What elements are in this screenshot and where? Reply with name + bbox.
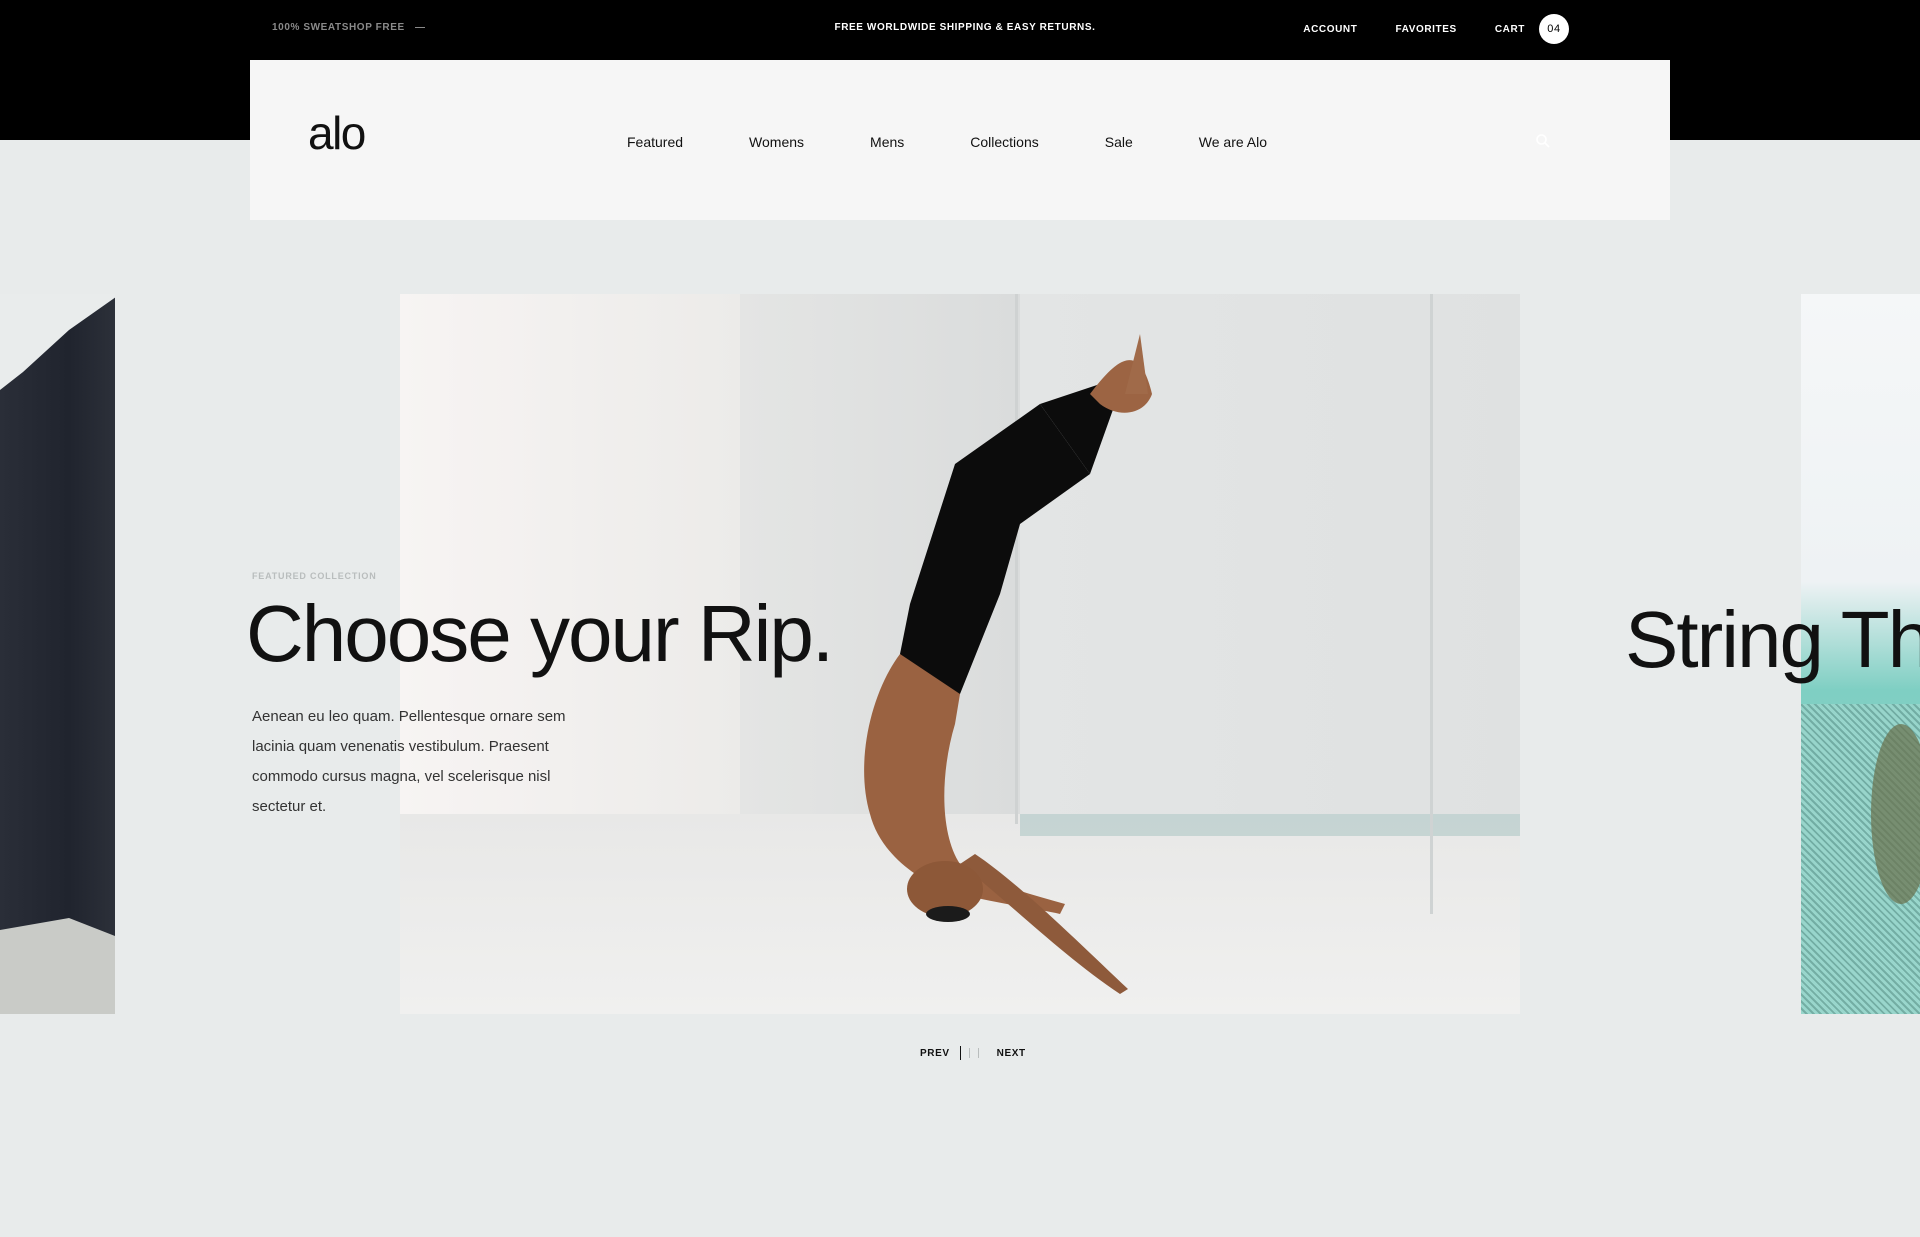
pager-indicator — [968, 1048, 970, 1058]
account-link[interactable]: ACCOUNT — [1303, 24, 1357, 35]
nav-item-womens[interactable]: Womens — [749, 134, 804, 150]
next-button[interactable]: NEXT — [997, 1048, 1026, 1059]
nav-item-sale[interactable]: Sale — [1105, 134, 1133, 150]
nav-item-we-are-alo[interactable]: We are Alo — [1199, 134, 1267, 150]
cart-count-badge: 04 — [1539, 14, 1569, 44]
shipping-notice: FREE WORLDWIDE SHIPPING & EASY RETURNS. — [834, 22, 1096, 33]
previous-slide-image[interactable] — [0, 294, 115, 1014]
pager-indicator — [977, 1048, 979, 1058]
next-slide-title[interactable]: String Th — [1625, 600, 1920, 680]
hero-title[interactable]: Choose your Rip. — [246, 594, 834, 674]
cart-label: CART — [1494, 23, 1525, 35]
main-nav: Featured Womens Mens Collections Sale We… — [627, 134, 1333, 150]
featured-collection-label: FEATURED COLLECTION — [252, 571, 377, 581]
alo-logo[interactable]: alo — [308, 110, 366, 156]
prev-button[interactable]: PREV — [920, 1048, 950, 1059]
nav-item-collections[interactable]: Collections — [970, 134, 1038, 150]
nav-item-featured[interactable]: Featured — [627, 134, 683, 150]
previous-slide-highlight — [0, 294, 115, 390]
utility-nav: ACCOUNT FAVORITES CART 04 — [1303, 14, 1569, 44]
search-icon[interactable] — [1535, 133, 1551, 149]
cart-link[interactable]: CART 04 — [1495, 14, 1569, 44]
main-header: alo Featured Womens Mens Collections Sal… — [250, 60, 1670, 220]
hero-description: Aenean eu leo quam. Pellentesque ornare … — [252, 708, 566, 815]
previous-slide-foreground — [0, 918, 115, 1014]
nav-item-mens[interactable]: Mens — [870, 134, 904, 150]
slider-pager: PREV NEXT — [920, 1046, 1026, 1060]
pager-indicator-active — [959, 1046, 961, 1060]
favorites-link[interactable]: FAVORITES — [1395, 24, 1456, 35]
